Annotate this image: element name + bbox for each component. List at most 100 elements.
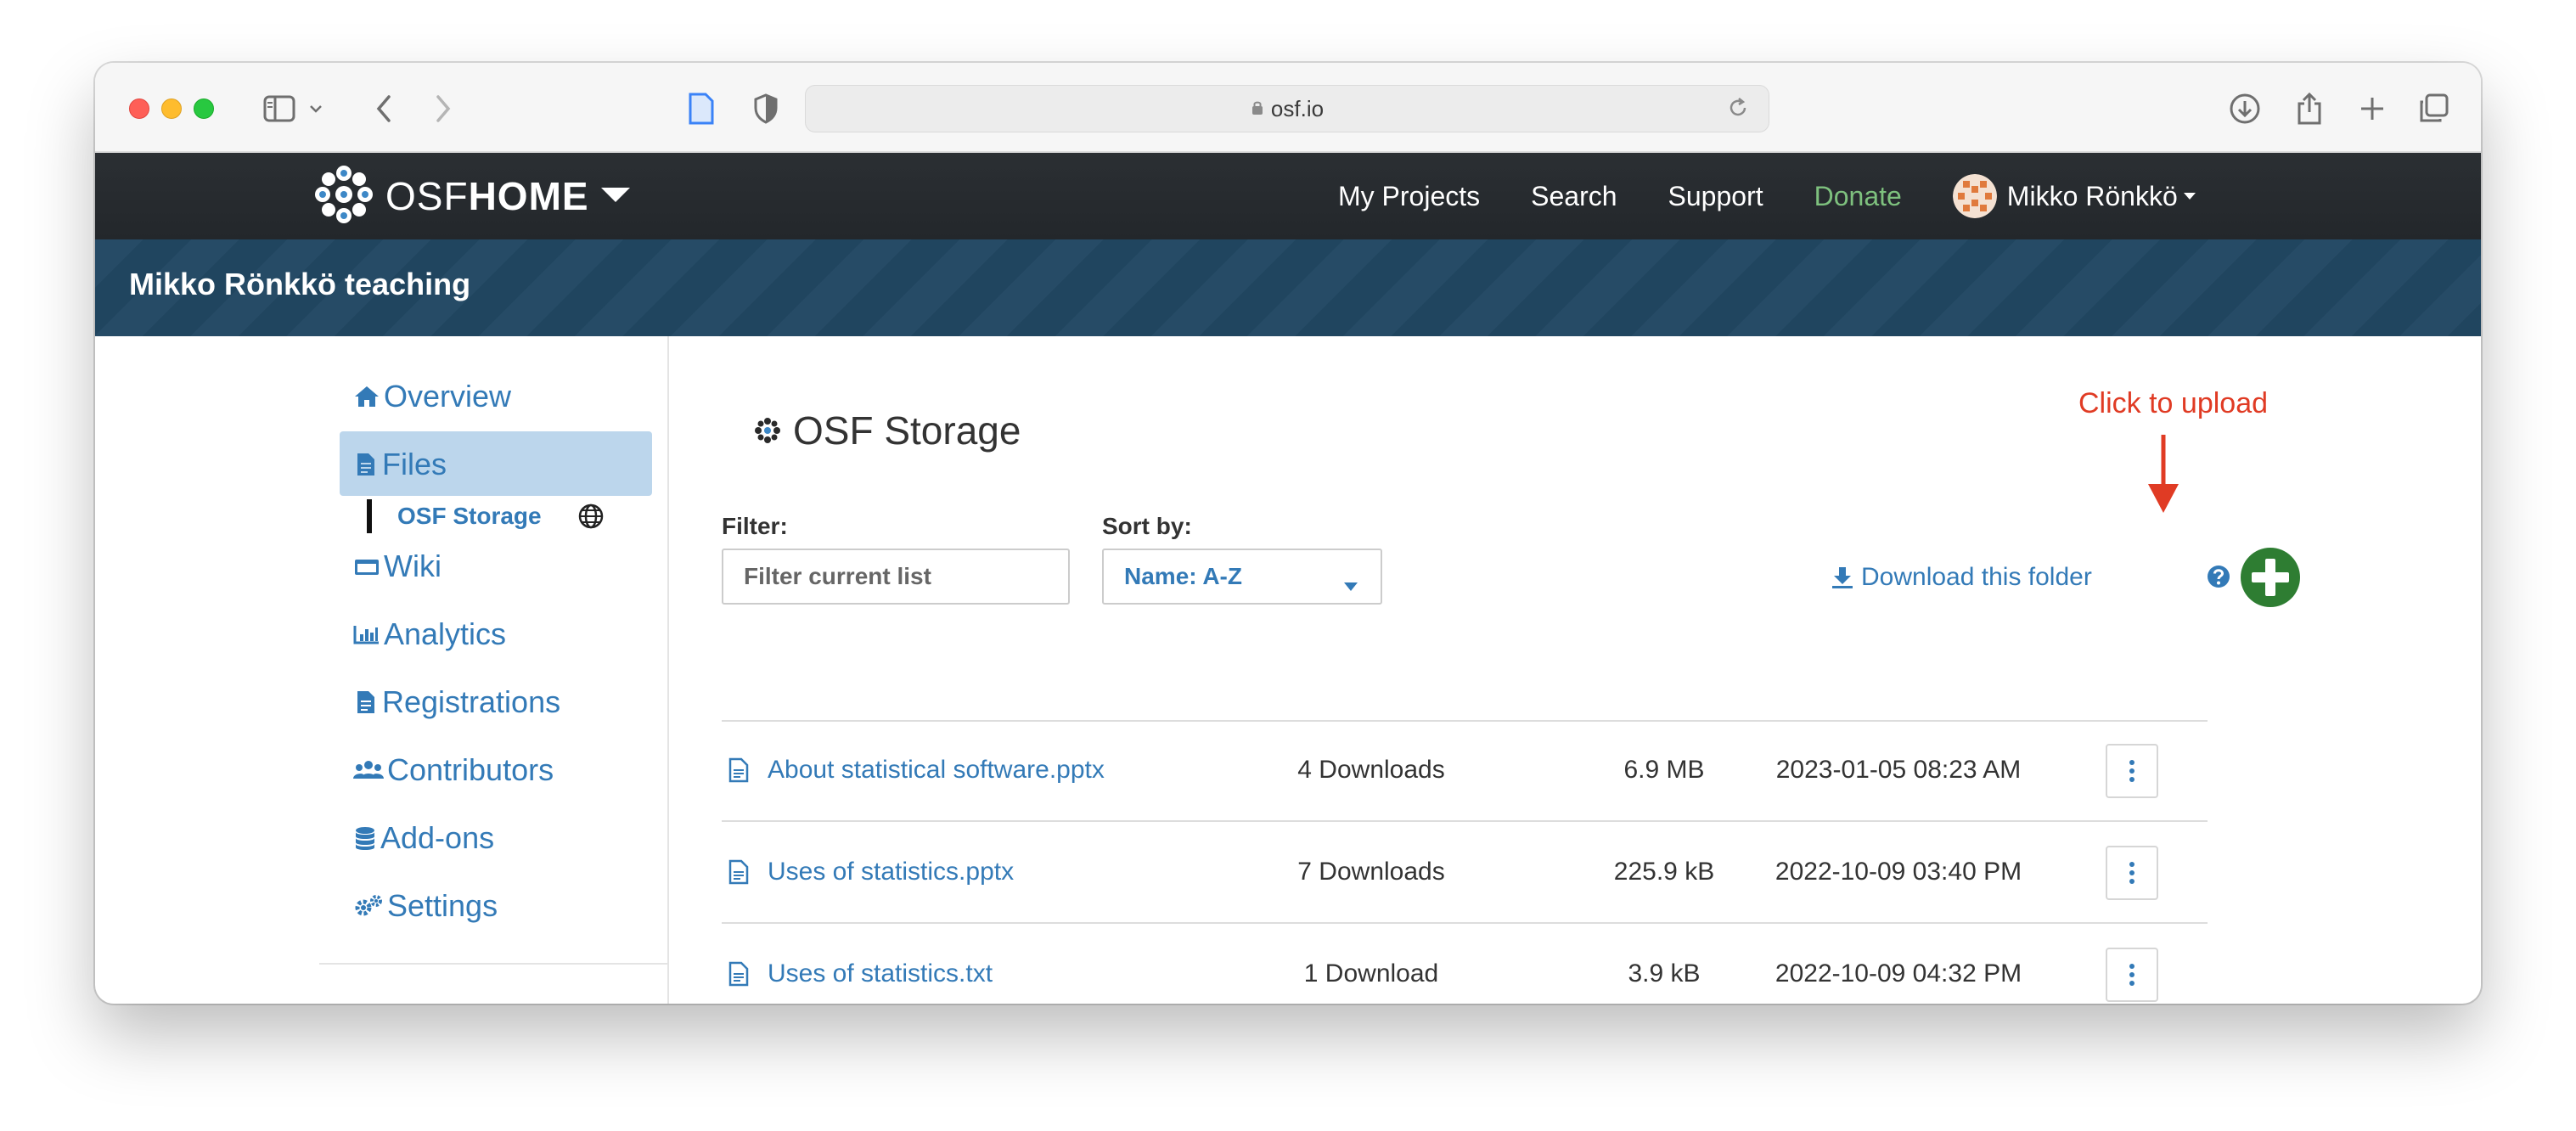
chart-icon — [353, 622, 380, 646]
project-title[interactable]: Mikko Rönkkö teaching — [129, 267, 470, 302]
users-icon — [353, 758, 384, 782]
file-row[interactable]: Uses of statistics.pptx 7 Downloads 225.… — [722, 822, 2208, 924]
sort-label: Sort by: — [1102, 513, 1192, 539]
minimize-window-button[interactable] — [161, 98, 182, 119]
file-actions-button[interactable] — [2106, 948, 2158, 1002]
project-sidebar: Overview Files OSF Storage Wiki Analytic… — [95, 336, 669, 1004]
globe-icon — [577, 503, 605, 530]
back-icon[interactable] — [367, 85, 401, 132]
storage-title: OSF Storage — [793, 408, 1021, 453]
reload-icon[interactable] — [1726, 96, 1750, 126]
more-vertical-icon — [2129, 964, 2134, 986]
database-icon — [353, 825, 377, 851]
sidebar-item-label: Add-ons — [380, 820, 495, 855]
file-icon — [728, 961, 749, 991]
file-downloads: 4 Downloads — [1297, 756, 1445, 784]
address-bar[interactable]: osf.io — [805, 85, 1769, 132]
sidebar-item-label: Overview — [384, 379, 512, 414]
osf-navbar: OSF HOME My Projects Search Support Dona… — [95, 153, 2481, 239]
file-icon — [728, 859, 749, 889]
home-icon — [353, 385, 380, 408]
more-vertical-icon — [2129, 862, 2134, 884]
privacy-shield-icon[interactable] — [749, 85, 783, 132]
navbar-links: My Projects Search Support Donate Mikko … — [1338, 153, 2196, 239]
zoom-window-button[interactable] — [194, 98, 214, 119]
sidebar-toggle-icon[interactable] — [260, 85, 299, 132]
sidebar-item-wiki[interactable]: Wiki — [353, 535, 442, 598]
plus-circle-icon — [2241, 548, 2300, 607]
sort-select[interactable]: Name: A-Z — [1102, 549, 1382, 605]
user-name: Mikko Rönkkö — [2006, 180, 2178, 211]
file-size: 3.9 kB — [1628, 959, 1701, 988]
question-circle-icon[interactable] — [2206, 564, 2231, 594]
file-name[interactable]: Uses of statistics.txt — [768, 959, 993, 988]
nav-my-projects[interactable]: My Projects — [1338, 181, 1480, 212]
sidebar-item-settings[interactable]: Settings — [353, 875, 498, 937]
file-size: 6.9 MB — [1623, 756, 1705, 784]
forward-icon[interactable] — [426, 85, 460, 132]
file-downloads: 1 Download — [1303, 959, 1439, 988]
sidebar-divider — [319, 963, 669, 965]
download-icon — [1831, 566, 1854, 589]
upload-button[interactable] — [2240, 547, 2301, 608]
file-downloads: 7 Downloads — [1297, 858, 1445, 886]
nav-search[interactable]: Search — [1531, 181, 1617, 212]
sidebar-item-files[interactable]: Files — [353, 433, 447, 496]
file-actions-button[interactable] — [2106, 846, 2158, 900]
sort-value: Name: A-Z — [1124, 563, 1242, 589]
registration-icon — [353, 689, 379, 715]
sidebar-item-label: Files — [382, 447, 447, 481]
file-modified: 2023-01-05 08:23 AM — [1775, 756, 2022, 784]
address-text: osf.io — [1270, 95, 1325, 121]
file-modified: 2022-10-09 03:40 PM — [1775, 858, 2022, 886]
sidebar-item-overview[interactable]: Overview — [353, 365, 511, 428]
sidebar-item-label: Settings — [387, 888, 498, 923]
avatar — [1952, 174, 1997, 218]
new-tab-icon[interactable] — [2352, 85, 2393, 132]
sidebar-item-add-ons[interactable]: Add-ons — [353, 807, 494, 869]
lock-icon — [1251, 96, 1264, 122]
close-window-button[interactable] — [129, 98, 149, 119]
sidebar-item-registrations[interactable]: Registrations — [353, 671, 560, 734]
sidebar-subitem-osf-storage[interactable]: OSF Storage — [367, 498, 605, 535]
osf-logo-icon — [314, 165, 374, 228]
file-size: 225.9 kB — [1613, 858, 1715, 886]
chevron-down-icon[interactable] — [306, 85, 326, 132]
file-actions-button[interactable] — [2106, 744, 2158, 798]
filter-label: Filter: — [722, 513, 788, 539]
caret-down-icon — [1343, 571, 1358, 598]
sidebar-item-analytics[interactable]: Analytics — [353, 603, 506, 666]
storage-heading: OSF Storage — [754, 408, 1021, 453]
browser-window: osf.io OSF HOME My Projects Search Suppo… — [95, 63, 2481, 1004]
tabs-overview-icon[interactable] — [2413, 85, 2454, 132]
caret-down-icon — [599, 185, 632, 208]
brand-home-text: HOME — [468, 174, 589, 218]
upload-annotation-text: Click to upload — [2078, 387, 2269, 419]
file-row[interactable]: Uses of statistics.txt 1 Download 3.9 kB… — [722, 924, 2208, 1004]
sidebar-item-label: Contributors — [387, 752, 554, 787]
downloads-icon[interactable] — [2224, 85, 2265, 132]
filter-input[interactable] — [722, 549, 1070, 605]
share-icon[interactable] — [2289, 85, 2330, 132]
user-menu[interactable]: Mikko Rönkkö — [1952, 174, 2196, 218]
red-arrow-icon — [2143, 435, 2184, 520]
brand-osf-text: OSF — [385, 174, 469, 218]
file-row[interactable]: About statistical software.pptx 4 Downlo… — [722, 720, 2208, 822]
download-folder-label: Download this folder — [1861, 563, 2092, 591]
more-vertical-icon — [2129, 760, 2134, 782]
page-icon[interactable] — [684, 85, 718, 132]
sidebar-item-label: Wiki — [384, 549, 442, 583]
osf-home-brand[interactable]: OSF HOME — [314, 165, 632, 228]
gears-icon — [353, 894, 384, 918]
sidebar-item-label: Registrations — [382, 684, 561, 719]
sidebar-subitem-label: OSF Storage — [397, 503, 542, 529]
nav-support[interactable]: Support — [1668, 181, 1763, 212]
file-icon — [353, 452, 379, 477]
osf-storage-icon — [754, 417, 781, 444]
file-name[interactable]: About statistical software.pptx — [768, 756, 1105, 785]
file-name[interactable]: Uses of statistics.pptx — [768, 858, 1014, 886]
sidebar-item-label: Analytics — [384, 616, 507, 651]
nav-donate[interactable]: Donate — [1814, 181, 1902, 212]
download-folder-link[interactable]: Download this folder — [1831, 552, 2092, 603]
sidebar-item-contributors[interactable]: Contributors — [353, 739, 554, 802]
